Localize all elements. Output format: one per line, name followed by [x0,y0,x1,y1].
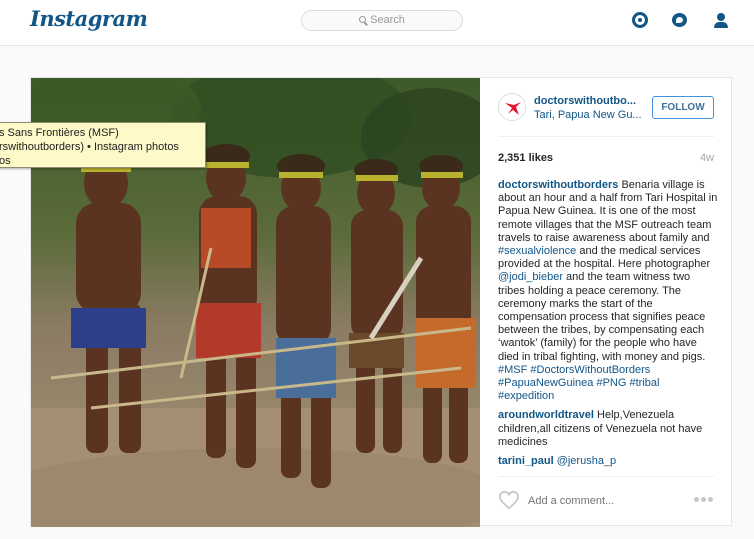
browser-tooltip: s Sans Frontières (MSF) rswithoutborders… [0,122,206,168]
more-options-icon[interactable] [694,497,714,503]
post-timestamp[interactable]: 4w [700,152,714,164]
hashtag-link[interactable]: #tribal [630,377,660,389]
likes-count[interactable]: 2,351 likes [498,152,553,164]
post-location[interactable]: Tari, Papua New Gu... [534,109,642,121]
hashtag-link[interactable]: #DoctorsWithoutBorders [530,364,650,376]
comment-item: doctorswithoutborders Benaria village is… [498,179,718,403]
tooltip-line: s Sans Frontières (MSF) [0,127,119,139]
avatar[interactable] [498,93,526,121]
hashtag-link[interactable]: @jodi_bieber [498,271,563,283]
hashtag-link[interactable]: #expedition [498,390,554,402]
comment-item: tarini_paul @jerusha_p [498,455,718,468]
header-divider [498,136,714,137]
follow-button[interactable]: FOLLOW [652,96,714,119]
tooltip-line: os [0,155,11,167]
post-username[interactable]: doctorswithoutbo... [534,95,642,107]
comment-item: aroundworldtravel Help,Venezuela childre… [498,409,718,449]
search-box[interactable]: Search [301,10,463,31]
search-placeholder: Search [370,14,405,26]
instagram-logo[interactable]: Instagram [30,6,148,31]
activity-icon[interactable] [671,11,689,29]
post-header: doctorswithoutbo... Tari, Papua New Gu..… [480,78,733,136]
hashtag-link[interactable]: #sexualviolence [498,245,576,257]
comment-username[interactable]: aroundworldtravel [498,409,594,421]
top-nav-bar: Instagram Search [0,0,754,46]
post-sidebar: doctorswithoutbo... Tari, Papua New Gu..… [480,78,733,527]
comments-list: doctorswithoutborders Benaria village is… [498,179,718,477]
compass-icon[interactable] [631,11,649,29]
hashtag-link[interactable]: #PapuaNewGuinea [498,377,593,389]
add-comment-input[interactable] [528,493,678,509]
comment-username[interactable]: doctorswithoutborders [498,179,618,191]
search-icon [359,16,367,23]
hashtag-link[interactable]: #PNG [596,377,626,389]
hashtag-link[interactable]: @jerusha_p [557,455,616,467]
heart-icon[interactable] [498,490,520,510]
msf-logo-icon [500,95,525,120]
tooltip-line: rswithoutborders) • Instagram photos [0,141,179,153]
comment-username[interactable]: tarini_paul [498,455,554,467]
add-comment-bar [498,488,714,516]
comment-text: and the team witness two tribes holding … [498,271,706,363]
hashtag-link[interactable]: #MSF [498,364,527,376]
comments-divider [498,476,714,477]
profile-icon[interactable] [712,11,730,29]
